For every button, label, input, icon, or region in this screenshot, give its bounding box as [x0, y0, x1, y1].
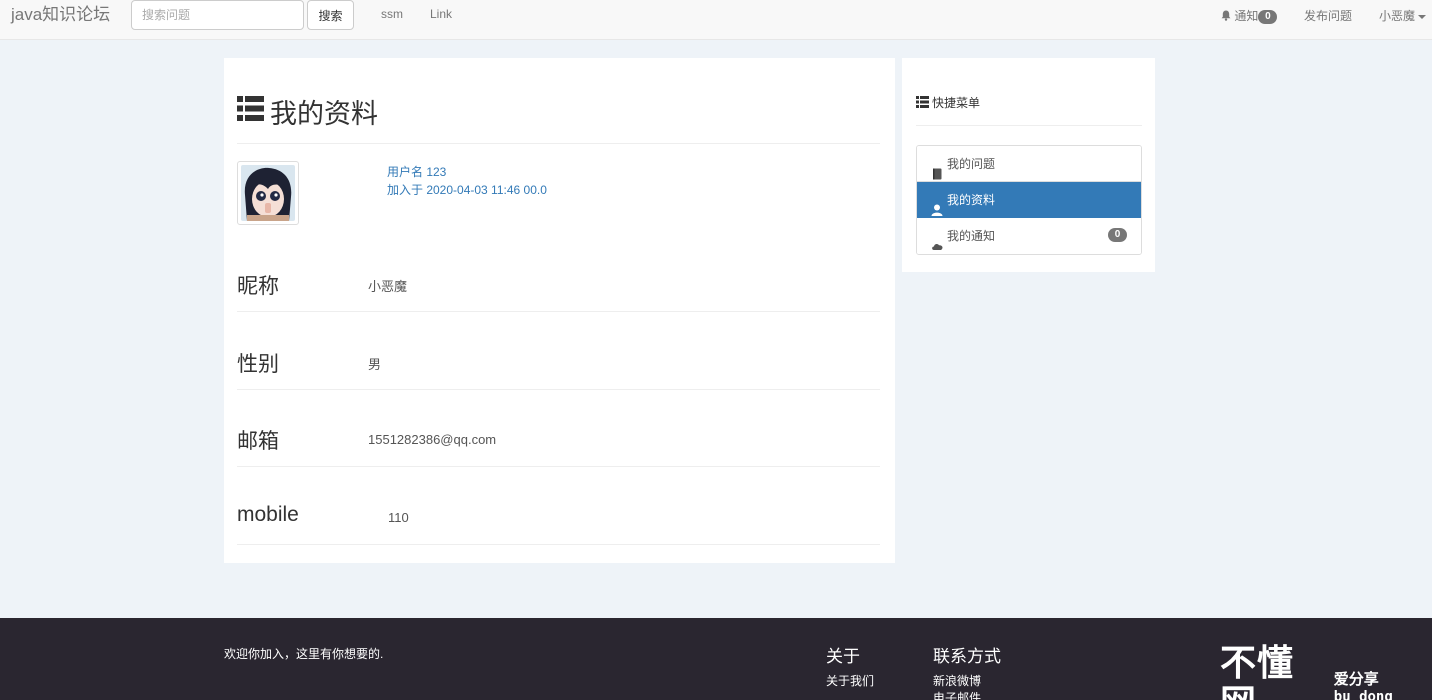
menu-item-my-questions[interactable]: 我的问题	[917, 146, 1141, 182]
notification-count-badge: 0	[1108, 228, 1127, 242]
avatar	[237, 161, 299, 225]
footer-about-heading: 关于	[826, 647, 860, 666]
search-input[interactable]	[131, 0, 304, 30]
footer-link-email[interactable]: 电子邮件	[933, 689, 981, 700]
quick-menu-title: 快捷菜单	[916, 94, 980, 111]
nav-link-ssm[interactable]: ssm	[381, 7, 403, 21]
field-value: 小恶魔	[368, 279, 408, 294]
menu-item-label: 我的资料	[947, 192, 996, 207]
user-name: 小恶魔	[1379, 9, 1416, 23]
field-label: 性别	[237, 353, 279, 376]
bell-icon	[1221, 9, 1234, 23]
field-label: 昵称	[237, 275, 279, 298]
footer-contact-heading: 联系方式	[933, 647, 1001, 666]
menu-item-my-notifications[interactable]: 我的通知 0	[917, 218, 1141, 254]
field-value: 110	[388, 510, 409, 525]
notify-count-badge: 0	[1258, 9, 1278, 24]
footer-link-weibo[interactable]: 新浪微博	[933, 672, 981, 689]
menu-item-my-profile[interactable]: 我的资料	[917, 182, 1141, 218]
book-icon	[931, 158, 943, 179]
watermark-slogan: 爱分享	[1333, 670, 1379, 688]
page-title: 我的资料	[237, 92, 378, 131]
title-divider	[237, 143, 880, 144]
cloud-icon	[931, 230, 943, 250]
info-row-mobile: mobile 110	[237, 466, 880, 545]
search-button[interactable]: 搜索	[307, 0, 354, 30]
field-label: mobile	[237, 503, 299, 526]
quick-menu-list: 我的问题 我的资料 我的通知 0	[916, 145, 1142, 255]
menu-item-label: 我的问题	[947, 156, 996, 171]
info-row-nickname: 昵称 小恶魔	[237, 233, 880, 312]
quick-menu-panel: 快捷菜单 我的问题 我的资料 我的通知 0	[902, 58, 1155, 272]
list-icon	[237, 95, 264, 128]
field-divider	[237, 544, 880, 545]
page-title-text: 我的资料	[270, 99, 378, 129]
quick-menu-title-text: 快捷菜单	[932, 96, 981, 110]
top-navbar: java知识论坛 搜索 ssm Link 通知0 发布问题 小恶魔	[0, 0, 1432, 40]
watermark-pinyin: bu dong wang	[1333, 689, 1393, 700]
username-text: 用户名 123	[387, 165, 447, 179]
watermark-logo: 不懂网 爱分享 bu dong wang	[1220, 644, 1432, 700]
watermark-big-text: 不懂网	[1220, 643, 1295, 700]
field-value: 1551282386@qq.com	[368, 432, 497, 447]
footer-welcome-text: 欢迎你加入，这里有你想要的.	[224, 647, 384, 661]
menu-item-label: 我的通知	[947, 229, 996, 243]
info-row-gender: 性别 男	[237, 311, 880, 390]
info-row-email: 邮箱 1551282386@qq.com	[237, 389, 880, 467]
footer: 欢迎你加入，这里有你想要的. 关于 关于我们 联系方式 新浪微博 电子邮件 不懂…	[0, 618, 1432, 700]
footer-link-about-us[interactable]: 关于我们	[826, 672, 874, 689]
caret-down-icon	[1418, 14, 1427, 19]
publish-question-link[interactable]: 发布问题	[1304, 7, 1352, 24]
notify-link[interactable]: 通知 0	[1221, 7, 1278, 24]
list-icon	[916, 95, 932, 110]
nav-link-link[interactable]: Link	[430, 7, 452, 21]
field-label: 邮箱	[237, 430, 279, 453]
brand-link[interactable]: java知识论坛	[11, 4, 110, 26]
joined-date-text: 加入于 2020-04-03 11:46 00.0	[387, 183, 547, 197]
side-divider	[916, 125, 1142, 126]
field-value: 男	[368, 357, 382, 372]
user-icon	[931, 194, 943, 216]
user-dropdown[interactable]: 小恶魔	[1379, 7, 1427, 24]
profile-panel: 我的资料 用户名 123 加入于 2020-04-03 11:46 00.0 昵…	[224, 58, 895, 563]
notify-label: 通知	[1234, 9, 1259, 23]
